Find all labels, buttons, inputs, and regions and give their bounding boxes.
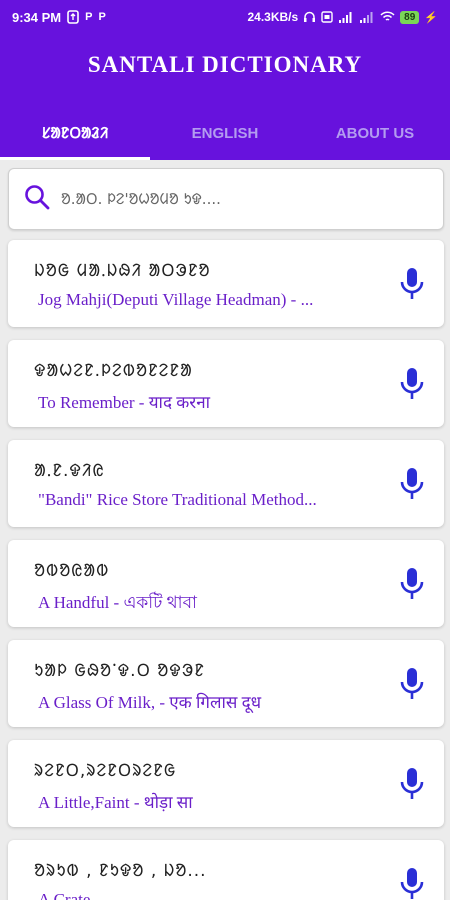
tab-bar: ᱥᱟᱱᱛᱟᱲᱤ ENGLISH ABOUT US — [0, 106, 450, 160]
tab-about-us[interactable]: ABOUT US — [300, 106, 450, 160]
charging-icon: ⚡ — [424, 11, 438, 24]
word-meaning: A Crate - ... — [38, 890, 118, 900]
sim-icon — [321, 11, 333, 23]
microphone-icon[interactable] — [396, 366, 428, 402]
santali-word: ᱚᱨᱩᱵ , ᱱᱩᱫᱚ , ᱡᱚ... — [34, 861, 207, 881]
santali-word: ᱚᱵᱚᱭᱟᱵ — [34, 561, 110, 581]
list-item[interactable]: ᱫᱟᱦᱮᱱ.ᱞᱮᱵᱚᱱᱮᱱᱟ To Remember - याद करना — [8, 340, 444, 427]
signal-icon — [359, 11, 375, 23]
signal-icon — [338, 11, 354, 23]
p-notification-icon: P — [85, 11, 93, 23]
headphones-icon — [303, 11, 316, 23]
status-time: 9:34 PM — [12, 9, 62, 25]
usb-icon — [67, 10, 79, 24]
list-item[interactable]: ᱨᱮᱱᱛ,ᱨᱮᱱᱛᱨᱮᱱᱜ A Little,Faint - थोड़ा सा — [8, 740, 444, 827]
search-icon[interactable] — [23, 183, 51, 216]
santali-word: ᱡᱚᱜ ᱢᱟᱹᱡᱷᱤ ᱟᱛᱳᱱᱚ — [34, 261, 211, 281]
app-title: SANTALI DICTIONARY — [87, 52, 363, 77]
santali-word: ᱩᱟᱞ ᱜᱷᱚᱸᱫ.ᱛ ᱚᱫᱳᱱ — [34, 661, 205, 681]
network-speed: 24.3KB/s — [247, 10, 299, 24]
tab-santali[interactable]: ᱥᱟᱱᱛᱟᱲᱤ — [0, 106, 150, 160]
list-item[interactable]: ᱟᱹᱱ.ᱫᱤᱭ "Bandi" Rice Store Traditional M… — [8, 440, 444, 527]
tab-english[interactable]: ENGLISH — [150, 106, 300, 160]
list-item[interactable]: ᱚᱵᱚᱭᱟᱵ A Handful - একটি থাবা — [8, 540, 444, 627]
microphone-icon[interactable] — [396, 866, 428, 900]
microphone-icon[interactable] — [396, 566, 428, 602]
santali-word: ᱟᱹᱱ.ᱫᱤᱭ — [34, 461, 105, 481]
app-bar: SANTALI DICTIONARY ᱥᱟᱱᱛᱟᱲᱤ ENGLISH ABOUT… — [0, 34, 450, 160]
word-meaning: A Glass Of Milk, - एक गिलास दूध — [38, 693, 262, 712]
list-item[interactable]: ᱚᱨᱩᱵ , ᱱᱩᱫᱚ , ᱡᱚ... A Crate - ... — [8, 840, 444, 900]
word-meaning: To Remember - याद करना — [38, 393, 211, 412]
santali-word: ᱨᱮᱱᱛ,ᱨᱮᱱᱛᱨᱮᱱᱜ — [34, 761, 177, 781]
list-item[interactable]: ᱩᱟᱞ ᱜᱷᱚᱸᱫ.ᱛ ᱚᱫᱳᱱ A Glass Of Milk, - एक ग… — [8, 640, 444, 727]
list-item[interactable]: ᱡᱚᱜ ᱢᱟᱹᱡᱷᱤ ᱟᱛᱳᱱᱚ Jog Mahji(Deputi Villag… — [8, 240, 444, 327]
word-meaning: A Handful - একটি থাবা — [38, 593, 197, 612]
microphone-icon[interactable] — [396, 766, 428, 802]
battery-indicator: 89 — [400, 10, 420, 24]
word-meaning: A Little,Faint - थोड़ा सा — [38, 793, 193, 812]
microphone-icon[interactable] — [396, 266, 428, 302]
word-meaning: Jog Mahji(Deputi Village Headman) - ... — [38, 290, 314, 309]
search-input[interactable] — [61, 190, 421, 208]
microphone-icon[interactable] — [396, 666, 428, 702]
p-notification-icon: P — [98, 11, 106, 23]
microphone-icon[interactable] — [396, 466, 428, 502]
word-meaning: "Bandi" Rice Store Traditional Method... — [38, 490, 317, 509]
wifi-icon — [380, 11, 395, 23]
status-bar: 9:34 PM P P 24.3KB/s 89 ⚡ — [0, 0, 450, 34]
santali-word: ᱫᱟᱦᱮᱱ.ᱞᱮᱵᱚᱱᱮᱱᱟ — [34, 361, 193, 381]
search-bar[interactable] — [8, 168, 444, 230]
